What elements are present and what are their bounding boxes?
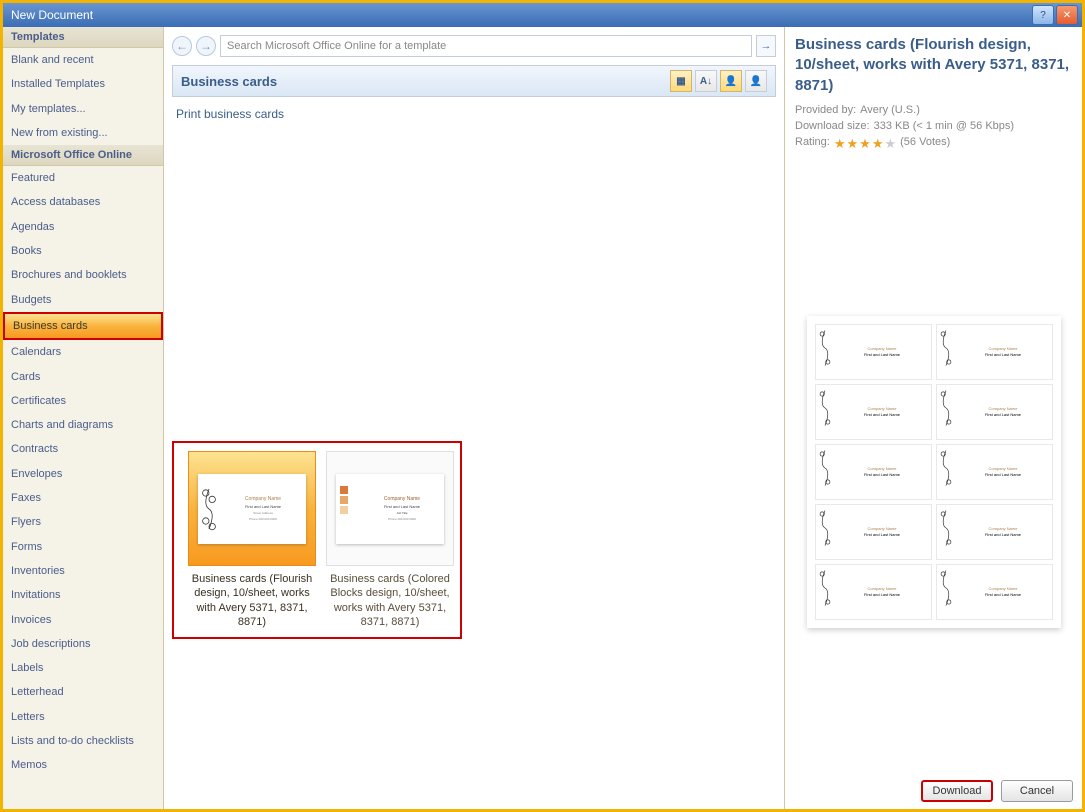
preview-card: Company NameFirst and Last Name [815, 564, 932, 620]
sidebar-item-memos[interactable]: Memos [3, 753, 163, 777]
template-sidebar[interactable]: Templates Blank and recent Installed Tem… [3, 27, 164, 809]
sidebar-item-charts[interactable]: Charts and diagrams [3, 413, 163, 437]
thumb-image: Company Name First and Last Name Street … [188, 451, 316, 566]
view-button[interactable]: ▦ [670, 70, 692, 92]
preview-card: Company NameFirst and Last Name [815, 444, 932, 500]
search-input[interactable]: Search Microsoft Office Online for a tem… [220, 35, 752, 57]
sidebar-item-cards[interactable]: Cards [3, 365, 163, 389]
provided-by-row: Provided by: Avery (U.S.) [795, 104, 1072, 116]
category-header: Business cards ▦ A↓ 👤 👤 [172, 65, 776, 97]
sidebar-item-letters[interactable]: Letters [3, 705, 163, 729]
sidebar-item-inventories[interactable]: Inventories [3, 559, 163, 583]
sidebar-group-local: Blank and recent Installed Templates My … [3, 48, 163, 145]
sidebar-item-businesscards[interactable]: Business cards [3, 312, 163, 340]
dialog-buttons: Download Cancel [921, 780, 1073, 802]
sidebar-item-newfromexisting[interactable]: New from existing... [3, 121, 163, 145]
close-button[interactable]: ✕ [1056, 5, 1078, 25]
download-button[interactable]: Download [921, 780, 993, 802]
cancel-button[interactable]: Cancel [1001, 780, 1073, 802]
thumb-label: Business cards (Colored Blocks design, 1… [326, 572, 454, 629]
sidebar-item-installed[interactable]: Installed Templates [3, 72, 163, 96]
sidebar-item-labels[interactable]: Labels [3, 656, 163, 680]
dialog-body: Templates Blank and recent Installed Tem… [3, 27, 1082, 809]
search-go-button[interactable]: → [756, 35, 776, 57]
sidebar-item-contracts[interactable]: Contracts [3, 437, 163, 461]
sidebar-item-jobdescriptions[interactable]: Job descriptions [3, 632, 163, 656]
filter-button[interactable]: 👤 [745, 70, 767, 92]
preview-card: Company NameFirst and Last Name [936, 384, 1053, 440]
customer-button[interactable]: 👤 [720, 70, 742, 92]
preview-card: Company NameFirst and Last Name [936, 504, 1053, 560]
sidebar-item-faxes[interactable]: Faxes [3, 486, 163, 510]
star-icon: ★ [847, 136, 859, 152]
help-button[interactable]: ? [1032, 5, 1054, 25]
detail-title: Business cards (Flourish design, 10/shee… [795, 35, 1072, 96]
sidebar-item-calendars[interactable]: Calendars [3, 340, 163, 364]
flourish-icon [201, 477, 217, 541]
sidebar-item-featured[interactable]: Featured [3, 166, 163, 190]
sidebar-item-brochures[interactable]: Brochures and booklets [3, 263, 163, 287]
thumb-label: Business cards (Flourish design, 10/shee… [188, 572, 316, 629]
category-title: Business cards [181, 74, 277, 89]
sidebar-item-budgets[interactable]: Budgets [3, 288, 163, 312]
rating-stars: ★ ★ ★ ★ ★ [834, 136, 896, 152]
detail-pane: Business cards (Flourish design, 10/shee… [785, 27, 1082, 809]
sidebar-item-lists[interactable]: Lists and to-do checklists [3, 729, 163, 753]
sidebar-item-invitations[interactable]: Invitations [3, 583, 163, 607]
preview-card: Company NameFirst and Last Name [936, 324, 1053, 380]
sidebar-item-access[interactable]: Access databases [3, 190, 163, 214]
sidebar-section-online: Microsoft Office Online [3, 145, 163, 166]
window-title: New Document [7, 8, 1032, 22]
preview-card: Company NameFirst and Last Name [815, 324, 932, 380]
sidebar-section-templates: Templates [3, 27, 163, 48]
preview-card: Company NameFirst and Last Name [936, 564, 1053, 620]
sidebar-item-forms[interactable]: Forms [3, 535, 163, 559]
star-icon: ★ [872, 136, 884, 152]
sort-button[interactable]: A↓ [695, 70, 717, 92]
sidebar-group-online: Featured Access databases Agendas Books … [3, 166, 163, 777]
template-thumb-blocks[interactable]: Company Name First and Last Name Job Tit… [326, 451, 454, 629]
preview-card: Company NameFirst and Last Name [815, 504, 932, 560]
thumb-image: Company Name First and Last Name Job Tit… [326, 451, 454, 566]
sidebar-item-letterhead[interactable]: Letterhead [3, 680, 163, 704]
sidebar-item-certificates[interactable]: Certificates [3, 389, 163, 413]
preview-card: Company NameFirst and Last Name [936, 444, 1053, 500]
star-icon: ★ [859, 136, 871, 152]
template-thumb-flourish[interactable]: Company Name First and Last Name Street … [188, 451, 316, 629]
template-thumbnails: Company Name First and Last Name Street … [172, 441, 462, 639]
rating-row: Rating: ★ ★ ★ ★ ★ (56 Votes) [795, 136, 1072, 152]
nav-forward-button[interactable]: → [196, 36, 216, 56]
center-panel: ← → Search Microsoft Office Online for a… [164, 27, 785, 809]
titlebar: New Document ? ✕ [3, 3, 1082, 27]
sidebar-item-blank[interactable]: Blank and recent [3, 48, 163, 72]
window-buttons: ? ✕ [1032, 5, 1078, 25]
subcategory-label: Print business cards [164, 97, 784, 131]
star-icon: ★ [834, 136, 846, 152]
download-size-row: Download size: 333 KB (< 1 min @ 56 Kbps… [795, 120, 1072, 132]
sidebar-item-flyers[interactable]: Flyers [3, 510, 163, 534]
star-icon: ★ [884, 136, 896, 152]
preview-card: Company NameFirst and Last Name [815, 384, 932, 440]
template-preview: Company NameFirst and Last Name Company … [807, 316, 1061, 628]
new-document-dialog: New Document ? ✕ Templates Blank and rec… [0, 0, 1085, 812]
sidebar-item-invoices[interactable]: Invoices [3, 608, 163, 632]
search-row: ← → Search Microsoft Office Online for a… [172, 33, 776, 59]
sidebar-item-envelopes[interactable]: Envelopes [3, 462, 163, 486]
sidebar-item-agendas[interactable]: Agendas [3, 215, 163, 239]
nav-back-button[interactable]: ← [172, 36, 192, 56]
sidebar-item-books[interactable]: Books [3, 239, 163, 263]
sidebar-item-mytemplates[interactable]: My templates... [3, 97, 163, 121]
